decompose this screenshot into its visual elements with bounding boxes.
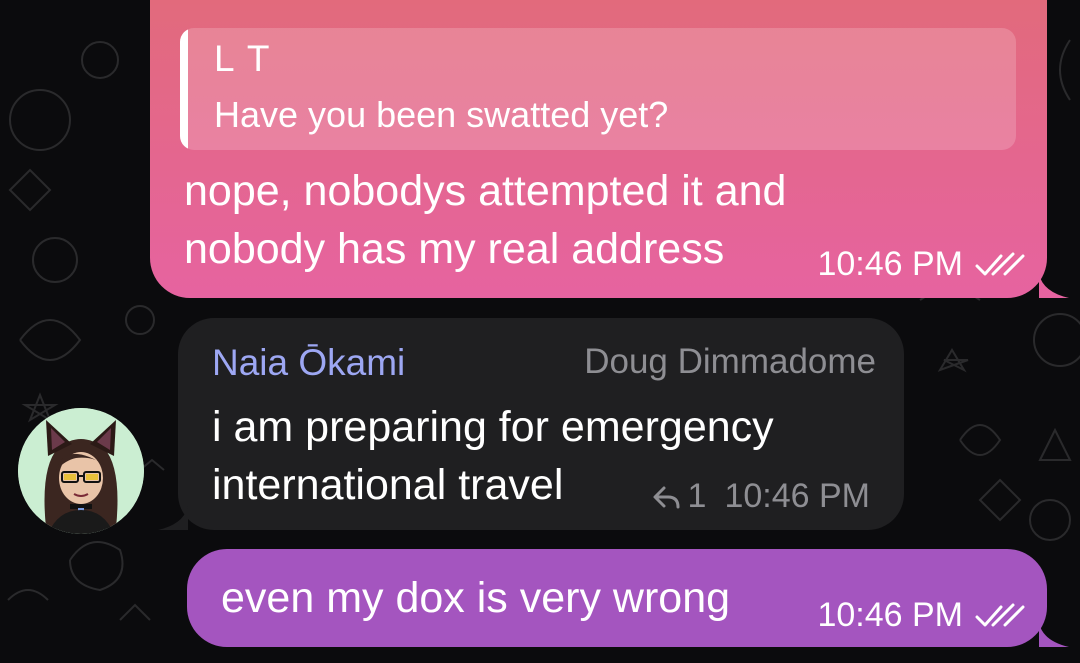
message-time: 10:46 PM: [817, 596, 963, 634]
cat-ear-girl-avatar-icon: [18, 408, 144, 534]
reply-quote-text: Have you been swatted yet?: [214, 94, 669, 135]
outgoing-message-bubble[interactable]: L T Have you been swatted yet? nope, nob…: [150, 0, 1069, 298]
bubble-tail: [1039, 623, 1069, 647]
message-text: even my dox is very wrong: [221, 574, 731, 622]
avatar[interactable]: [18, 408, 144, 534]
message-meta: 10:46 PM: [817, 596, 1025, 635]
incoming-message-bubble[interactable]: Naia Ōkami Doug Dimmadome i am preparing…: [158, 318, 904, 530]
message-time: 10:46 PM: [724, 477, 870, 515]
reply-count-button[interactable]: 1: [652, 477, 707, 516]
sender-name[interactable]: Naia Ōkami: [212, 342, 405, 384]
reply-quote[interactable]: L T Have you been swatted yet?: [180, 28, 1016, 150]
bubble-tail: [1039, 274, 1069, 298]
bubble-tail: [158, 506, 188, 530]
sender-title: Doug Dimmadome: [584, 342, 876, 381]
reply-quote-bar: [180, 28, 188, 150]
message-meta: 10:46 PM: [817, 245, 1025, 284]
message-text: nope, nobodys attempted it and nobody ha…: [184, 167, 787, 273]
double-check-icon: [975, 603, 1025, 626]
reply-count: 1: [687, 477, 707, 515]
outgoing-message-bubble[interactable]: even my dox is very wrong 10:46 PM: [187, 549, 1069, 647]
reply-arrow-icon: [653, 486, 680, 508]
message-meta: 1 10:46 PM: [652, 477, 870, 516]
reply-quote-author: L T: [214, 38, 272, 79]
double-check-icon: [975, 252, 1025, 275]
message-time: 10:46 PM: [817, 245, 963, 283]
